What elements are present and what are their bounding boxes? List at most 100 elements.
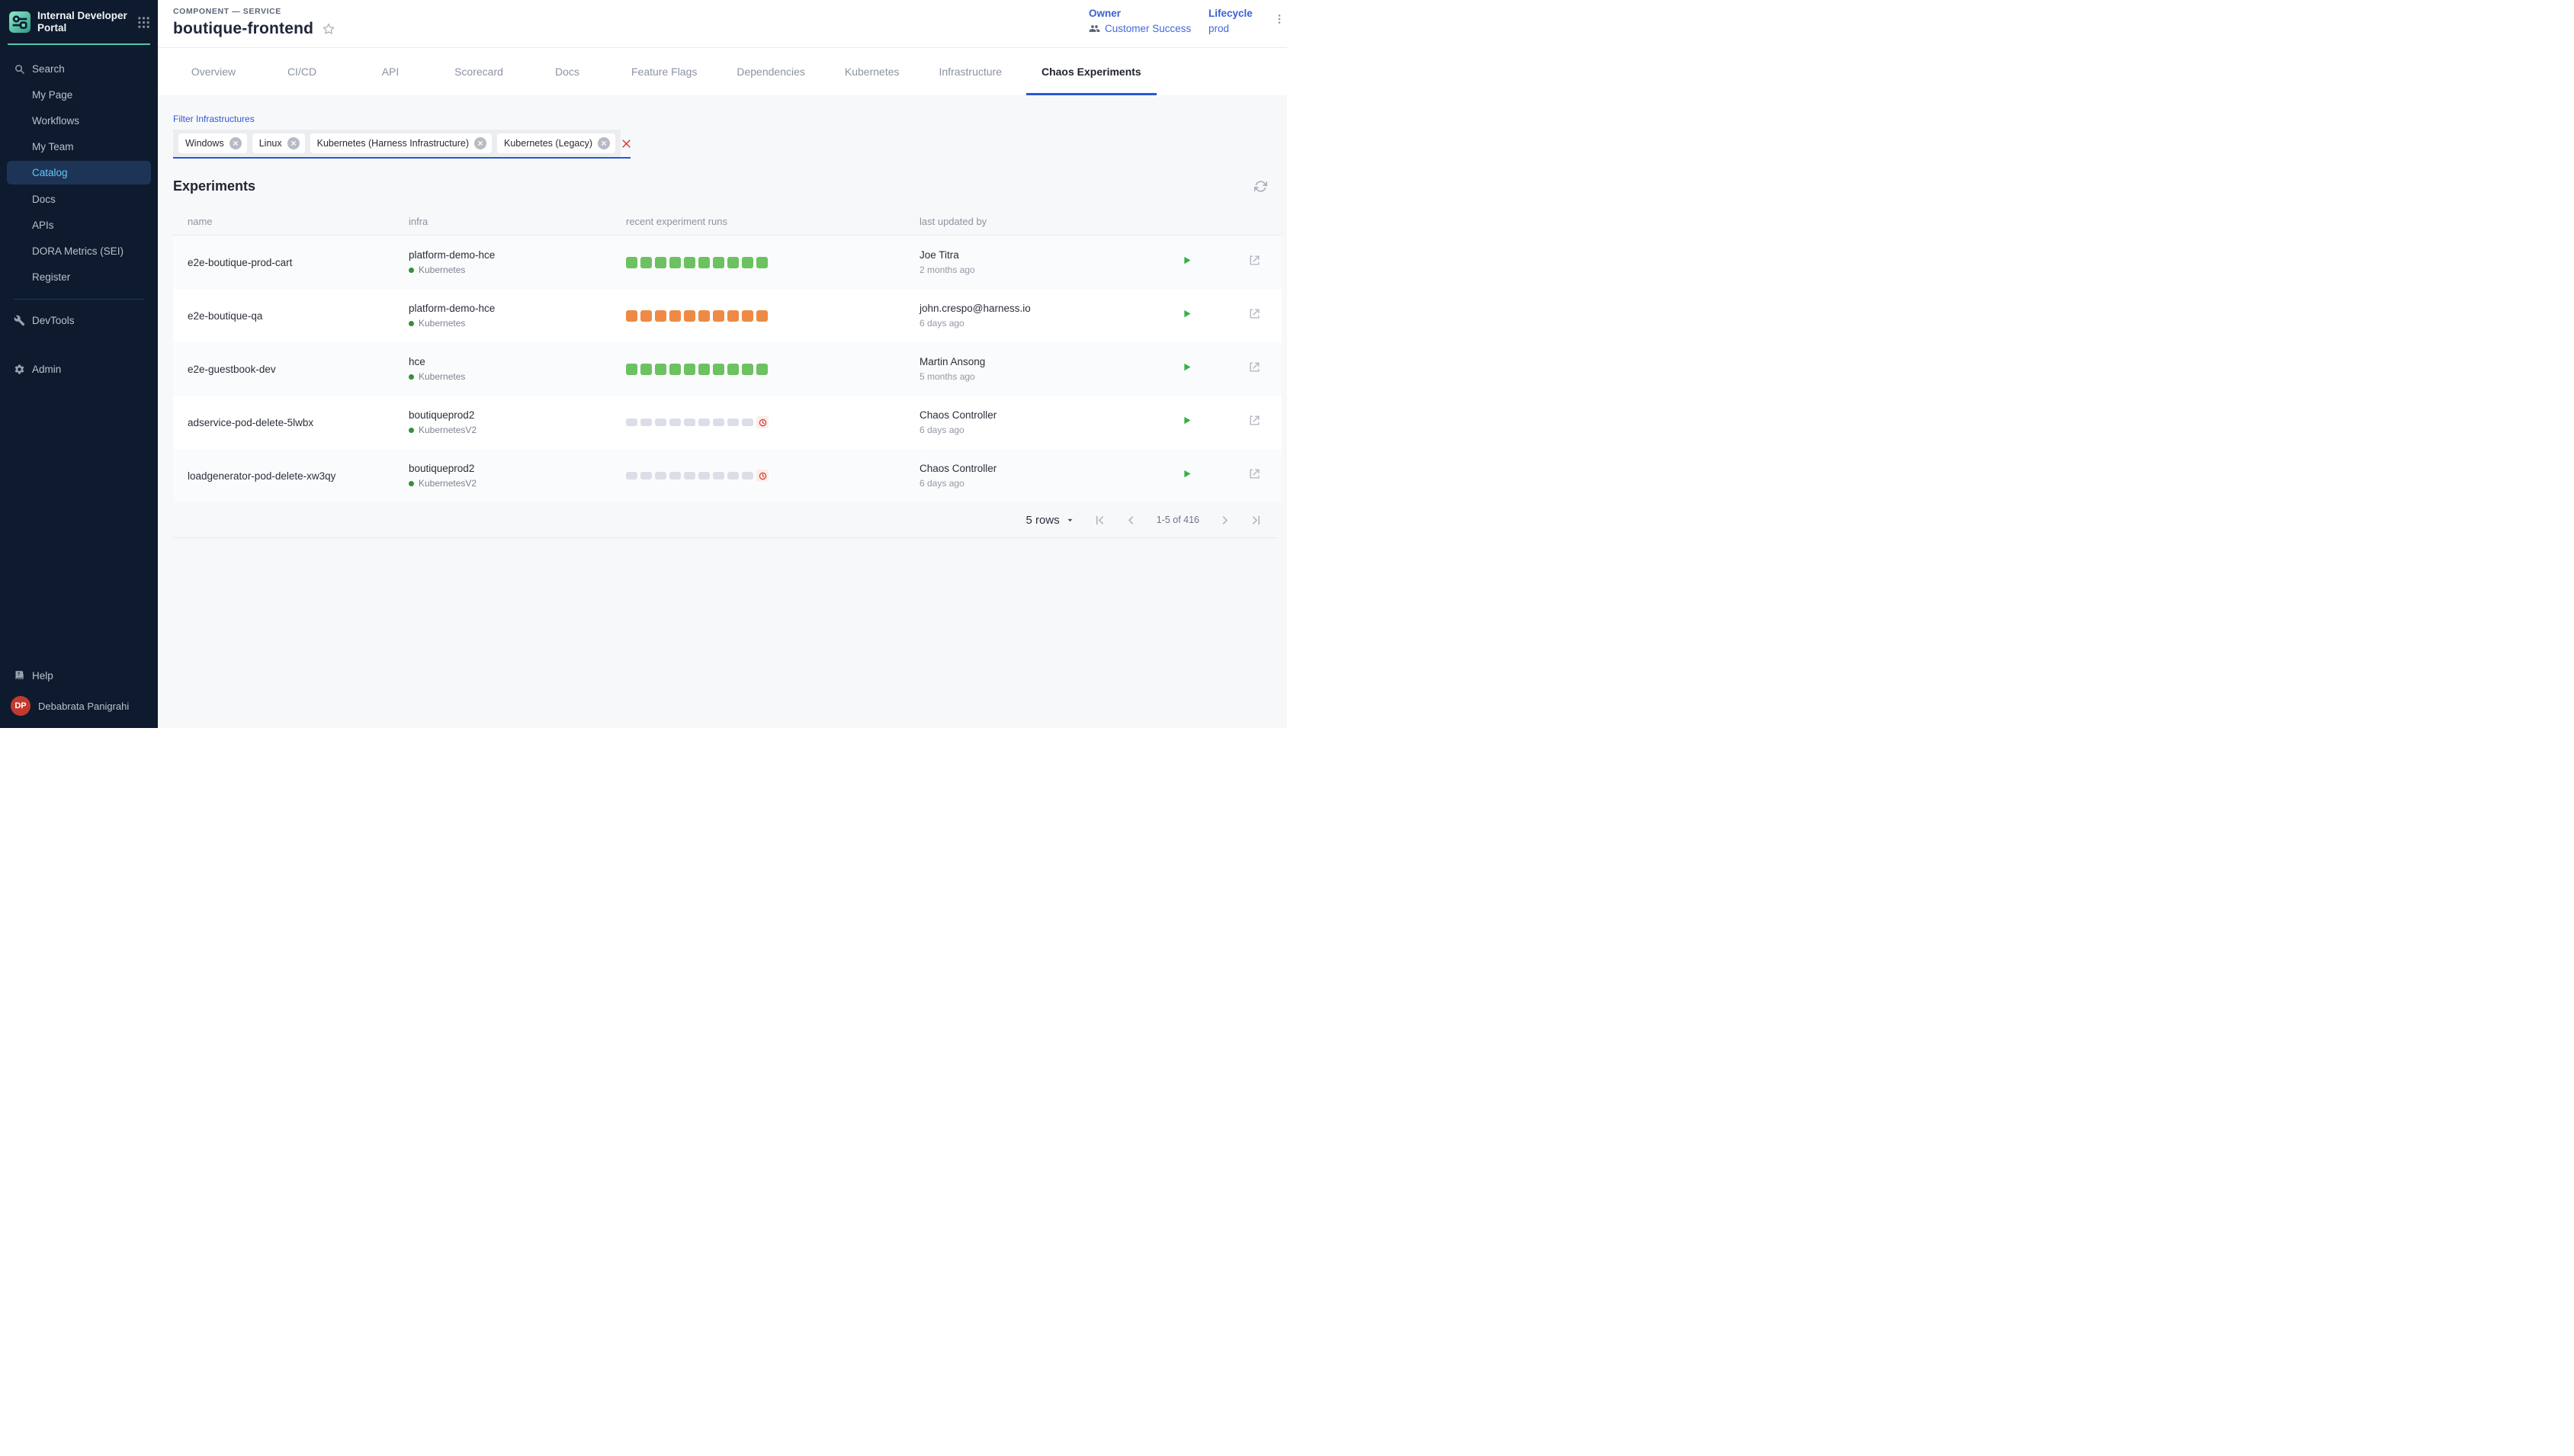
run-indicator[interactable]: [727, 364, 739, 375]
next-page-button[interactable]: [1219, 515, 1231, 526]
refresh-button[interactable]: [1254, 180, 1267, 193]
tab-feature-flags[interactable]: Feature Flags: [616, 48, 712, 95]
sidebar-item-label: My Page: [32, 89, 72, 101]
run-indicator[interactable]: [669, 257, 681, 268]
run-indicator[interactable]: [640, 364, 652, 375]
infrastructure-filter-input[interactable]: WindowsLinuxKubernetes (Harness Infrastr…: [173, 130, 631, 159]
filter-infrastructures-label[interactable]: Filter Infrastructures: [173, 114, 255, 124]
run-indicator[interactable]: [698, 257, 710, 268]
run-indicator[interactable]: [713, 364, 724, 375]
tab-chaos-experiments[interactable]: Chaos Experiments: [1026, 48, 1157, 95]
run-experiment-button[interactable]: [1181, 361, 1192, 373]
tab-docs[interactable]: Docs: [528, 48, 607, 95]
run-indicator[interactable]: [684, 364, 695, 375]
run-indicator[interactable]: [626, 364, 637, 375]
rows-per-page-select[interactable]: 5 rows: [1026, 514, 1074, 527]
chip-remove-button[interactable]: [287, 137, 300, 149]
column-header-infra: infra: [409, 202, 626, 227]
sidebar-item-search[interactable]: Search: [0, 56, 158, 82]
updated-at: 2 months ago: [920, 265, 1181, 275]
sidebar-item-docs[interactable]: Docs: [0, 186, 158, 212]
run-indicator[interactable]: [727, 310, 739, 322]
run-indicator: [713, 472, 724, 479]
open-experiment-button[interactable]: [1248, 254, 1261, 267]
sidebar-item-my-team[interactable]: My Team: [0, 133, 158, 159]
tab-dependencies[interactable]: Dependencies: [721, 48, 820, 95]
run-indicator[interactable]: [742, 310, 753, 322]
experiments-title: Experiments: [173, 178, 255, 194]
infra-type: Kubernetes: [419, 265, 465, 275]
chip-remove-button[interactable]: [598, 137, 610, 149]
table-row: e2e-guestbook-devhceKubernetesMartin Ans…: [173, 342, 1282, 396]
run-indicator[interactable]: [626, 257, 637, 268]
open-experiment-button[interactable]: [1248, 414, 1261, 427]
run-indicator[interactable]: [684, 257, 695, 268]
run-indicator[interactable]: [640, 257, 652, 268]
open-experiment-button[interactable]: [1248, 307, 1261, 320]
sidebar-item-catalog[interactable]: Catalog: [7, 161, 151, 184]
apps-grid-icon[interactable]: [137, 16, 150, 29]
owner-link[interactable]: Customer Success: [1105, 23, 1191, 34]
run-indicator[interactable]: [756, 310, 768, 322]
sidebar-item-workflows[interactable]: Workflows: [0, 107, 158, 133]
tab-label: Kubernetes: [845, 66, 900, 78]
run-indicator[interactable]: [669, 310, 681, 322]
run-indicator[interactable]: [640, 310, 652, 322]
chip-remove-button[interactable]: [474, 137, 486, 149]
run-indicator[interactable]: [698, 364, 710, 375]
tab-scorecard[interactable]: Scorecard: [439, 48, 518, 95]
sidebar-item-my-page[interactable]: My Page: [0, 82, 158, 107]
run-indicator[interactable]: [655, 257, 666, 268]
run-experiment-button[interactable]: [1181, 308, 1192, 319]
tab-api[interactable]: API: [351, 48, 430, 95]
people-icon: [1089, 23, 1100, 34]
updated-by: Chaos Controller: [920, 409, 1181, 421]
chip-remove-button[interactable]: [229, 137, 242, 149]
tab-kubernetes[interactable]: Kubernetes: [830, 48, 915, 95]
run-indicator[interactable]: [684, 310, 695, 322]
run-indicator[interactable]: [713, 257, 724, 268]
sidebar-item-dora-metrics-sei[interactable]: DORA Metrics (SEI): [0, 238, 158, 264]
sidebar-item-help[interactable]: ?Help: [0, 662, 158, 688]
run-indicator[interactable]: [742, 257, 753, 268]
run-indicator[interactable]: [655, 310, 666, 322]
user-profile[interactable]: DP Debabrata Panigrahi: [0, 688, 158, 723]
sidebar-item-admin[interactable]: Admin: [0, 356, 158, 382]
sidebar-item-label: APIs: [32, 220, 54, 231]
run-indicator[interactable]: [756, 364, 768, 375]
run-indicator: [626, 419, 637, 426]
play-icon: [1181, 415, 1192, 426]
clear-filters-button[interactable]: [621, 130, 632, 157]
run-experiment-button[interactable]: [1181, 255, 1192, 266]
owner-label: Owner: [1089, 8, 1191, 19]
open-experiment-button[interactable]: [1248, 467, 1261, 480]
prev-page-button[interactable]: [1125, 515, 1137, 526]
run-indicator[interactable]: [727, 257, 739, 268]
tab-infrastructure[interactable]: Infrastructure: [924, 48, 1017, 95]
sidebar-item-register[interactable]: Register: [0, 264, 158, 290]
first-page-button[interactable]: [1094, 515, 1106, 526]
kebab-menu-icon[interactable]: [1273, 13, 1285, 27]
sidebar-item-devtools[interactable]: DevTools: [0, 307, 158, 333]
run-indicator[interactable]: [698, 310, 710, 322]
run-indicator[interactable]: [655, 364, 666, 375]
search-icon: [14, 63, 32, 75]
run-indicator[interactable]: [669, 364, 681, 375]
run-indicator[interactable]: [626, 310, 637, 322]
run-indicator[interactable]: [756, 257, 768, 268]
tab-ci-cd[interactable]: CI/CD: [262, 48, 342, 95]
star-icon[interactable]: [322, 22, 335, 36]
avatar: DP: [11, 696, 30, 716]
last-page-button[interactable]: [1250, 515, 1262, 526]
open-action-cell: [1248, 467, 1282, 484]
open-experiment-button[interactable]: [1248, 361, 1261, 374]
run-indicator[interactable]: [713, 310, 724, 322]
recent-runs: [626, 364, 920, 375]
run-experiment-button[interactable]: [1181, 415, 1192, 426]
sidebar-item-apis[interactable]: APIs: [0, 212, 158, 238]
run-experiment-button[interactable]: [1181, 468, 1192, 479]
tab-overview[interactable]: Overview: [174, 48, 253, 95]
filter-chip-label: Kubernetes (Legacy): [504, 138, 592, 149]
run-indicator: [669, 472, 681, 479]
run-indicator[interactable]: [742, 364, 753, 375]
